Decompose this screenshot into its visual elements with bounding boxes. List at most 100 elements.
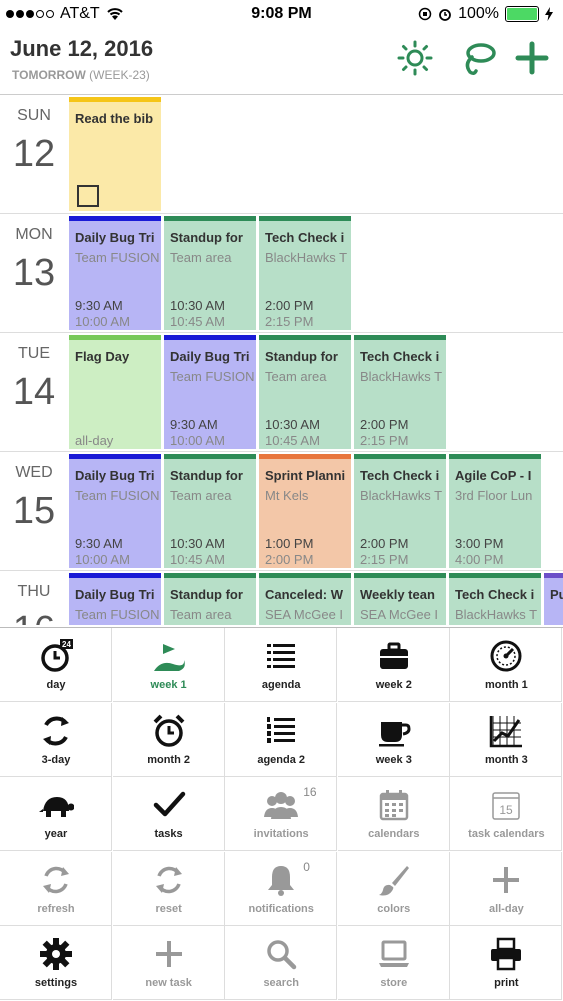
event-location: SEA McGee I — [360, 607, 439, 622]
event-card[interactable]: Tech Check i BlackHawks T 2:00 PM 2:15 PM — [354, 335, 446, 449]
week-number: (WEEK-23) — [89, 68, 150, 82]
plus-icon — [155, 941, 182, 968]
menu-invitations-button[interactable]: invitations 16 — [225, 777, 338, 852]
alarm-clock-icon — [153, 714, 185, 747]
menu-print-button[interactable]: print — [450, 926, 563, 1001]
event-title: Daily Bug Tri — [170, 349, 250, 364]
menu-label: month 1 — [485, 679, 528, 691]
add-event-plus-icon[interactable] — [512, 38, 552, 78]
menu-agenda-button[interactable]: agenda — [225, 628, 338, 702]
menu-label: search — [263, 977, 299, 990]
event-card[interactable]: Flag Day all-day — [69, 335, 161, 449]
event-start: 1:00 PM — [265, 536, 314, 551]
event-card[interactable]: Daily Bug Tri Team FUSION — [69, 573, 161, 625]
menu-label: store — [380, 977, 408, 990]
menu-day-button[interactable]: 24 day — [0, 628, 112, 702]
event-card[interactable]: Tech Check i BlackHawks T 2:00 PM 2:15 PM — [259, 216, 351, 330]
menu-year-button[interactable]: year — [0, 777, 112, 852]
menu-week-1-button[interactable]: week 1 — [112, 628, 225, 702]
event-card[interactable]: Read the bib — [69, 97, 161, 211]
menu-store-button[interactable]: store — [337, 926, 450, 1001]
day-number[interactable]: 13 — [0, 252, 68, 295]
menu-refresh-button[interactable]: refresh — [0, 851, 112, 926]
menu-all-day-button[interactable]: all-day — [450, 851, 563, 926]
event-color-bar — [259, 335, 351, 340]
event-card[interactable]: Standup for Team area 10:30 AM 10:45 AM — [164, 454, 256, 568]
event-start: 10:30 AM — [170, 536, 225, 551]
day-number[interactable]: 12 — [0, 133, 68, 176]
event-location: BlackHawks T — [360, 488, 443, 503]
lasso-icon[interactable] — [458, 38, 498, 78]
golf-icon — [153, 644, 185, 671]
event-start: 2:00 PM — [265, 298, 314, 313]
menu-reset-button[interactable]: reset — [112, 851, 225, 926]
menu-calendars-button[interactable]: calendars — [337, 777, 450, 852]
day-number[interactable]: 14 — [0, 371, 68, 414]
event-location: BlackHawks T — [360, 369, 443, 384]
event-card[interactable]: Standup for Team area — [164, 573, 256, 625]
event-color-bar — [354, 335, 446, 340]
menu-month-3-button[interactable]: month 3 — [450, 702, 563, 777]
event-card[interactable]: Standup for Team area 10:30 AM 10:45 AM — [259, 335, 351, 449]
menu-task-calendars-button[interactable]: 15 task calendars — [450, 777, 563, 852]
event-card[interactable]: Tech Check i BlackHawks T 2:00 PM 2:15 PM — [354, 454, 446, 568]
event-title: Daily Bug Tri — [75, 468, 155, 483]
menu-label: agenda 2 — [257, 753, 306, 766]
event-title: Daily Bug Tri — [75, 230, 155, 245]
menu-month-2-button[interactable]: month 2 — [112, 702, 225, 777]
plus-icon — [493, 866, 520, 893]
event-title: Tech Check i — [265, 230, 345, 245]
rotation-lock-icon — [418, 7, 432, 21]
day-row-tue: TUE 14 Flag Day all-day Daily Bug Tri Team FU… — [0, 333, 563, 452]
refresh-icon — [43, 866, 69, 894]
event-card[interactable]: Pu — [544, 573, 563, 625]
search-icon — [267, 940, 297, 970]
menu-week-2-button[interactable]: week 2 — [337, 628, 450, 702]
event-card[interactable]: Standup for Team area 10:30 AM 10:45 AM — [164, 216, 256, 330]
menu-3-day-button[interactable]: 3-day — [0, 702, 112, 777]
view-menu-grid: 24 day week 1 agenda week 2 month 1 3-day month… — [0, 627, 563, 1001]
event-start: 9:30 AM — [75, 536, 123, 551]
menu-tasks-button[interactable]: tasks — [112, 777, 225, 852]
menu-settings-button[interactable]: settings — [0, 926, 112, 1001]
day-number[interactable]: 16 — [0, 609, 68, 625]
event-card[interactable]: Daily Bug Tri Team FUSION 9:30 AM 10:00 AM — [69, 454, 161, 568]
event-card[interactable]: Weekly tean SEA McGee I — [354, 573, 446, 625]
event-card[interactable]: Daily Bug Tri Team FUSION 9:30 AM 10:00 AM — [164, 335, 256, 449]
event-card[interactable]: Daily Bug Tri Team FUSION 9:30 AM 10:00 AM — [69, 216, 161, 330]
event-end: 2:00 PM — [265, 552, 314, 567]
gear-icon — [40, 938, 72, 971]
menu-label: week 1 — [150, 679, 187, 691]
menu-month-1-button[interactable]: month 1 — [450, 628, 563, 702]
event-location: SEA McGee I — [265, 607, 344, 622]
menu-colors-button[interactable]: colors — [337, 851, 450, 926]
day-row-mon: MON 13 Daily Bug Tri Team FUSION 9:30 AM 10:0… — [0, 214, 563, 333]
day-number[interactable]: 15 — [0, 490, 68, 533]
list-icon — [267, 644, 296, 668]
menu-label: task calendars — [468, 828, 545, 841]
menu-new-task-button[interactable]: new task — [112, 926, 225, 1001]
menu-label: week 2 — [375, 679, 412, 691]
event-card[interactable]: Canceled: W SEA McGee I — [259, 573, 351, 625]
event-card[interactable]: Sprint Planni Mt Kels 1:00 PM 2:00 PM — [259, 454, 351, 568]
weather-sun-icon[interactable] — [395, 38, 435, 78]
menu-notifications-button[interactable]: notifications 0 — [225, 851, 338, 926]
event-title: Flag Day — [75, 349, 130, 364]
event-color-bar — [69, 573, 161, 578]
event-title: Standup for — [265, 349, 338, 364]
svg-text:15: 15 — [500, 803, 514, 817]
event-title: Tech Check i — [360, 349, 440, 364]
menu-week-3-button[interactable]: week 3 — [337, 702, 450, 777]
event-card[interactable]: Tech Check i BlackHawks T — [449, 573, 541, 625]
menu-search-button[interactable]: search — [225, 926, 338, 1001]
event-title: Pu — [550, 587, 563, 602]
menu-agenda-2-button[interactable]: agenda 2 — [225, 702, 338, 777]
event-title: Standup for — [170, 587, 243, 602]
header-date[interactable]: June 12, 2016 — [10, 36, 153, 62]
event-color-bar — [354, 454, 446, 459]
event-card[interactable]: Agile CoP - I 3rd Floor Lun 3:00 PM 4:00 PM — [449, 454, 541, 568]
relative-day: TOMORROW — [12, 68, 86, 82]
day-name: THU — [17, 583, 51, 600]
battery-percent: 100% — [458, 5, 499, 22]
task-checkbox[interactable] — [77, 185, 99, 207]
